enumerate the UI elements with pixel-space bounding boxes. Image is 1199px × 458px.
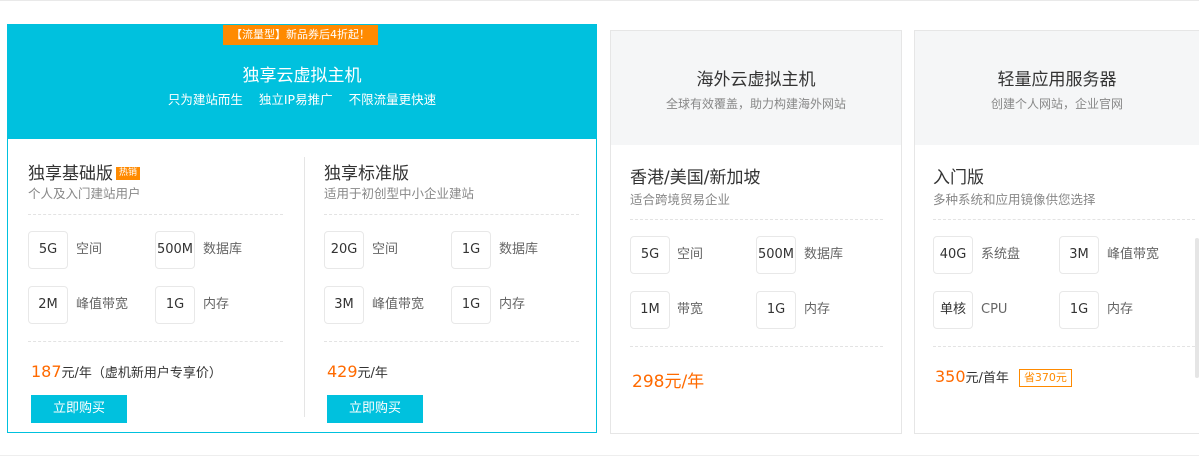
plan-description: 适合跨境贸易企业 <box>630 192 731 207</box>
spec-label: 数据库 <box>804 247 844 262</box>
card-lightweight-app-server[interactable]: 轻量应用服务器 创建个人网站，企业官网 入门版 多种系统和应用镜像供您选择 40… <box>914 30 1199 434</box>
buy-now-button[interactable]: 立即购买 <box>31 395 127 423</box>
price-unit: 元/年 <box>357 366 388 381</box>
price-unit: 元/首年 <box>965 371 1009 386</box>
spec-value: 1G <box>1059 291 1099 329</box>
card-title: 海外云虚拟主机 <box>696 70 816 90</box>
spec-value: 2M <box>28 286 68 324</box>
card-tagline: 只为建站而生 独立IP易推广 不限流量更快速 <box>8 89 596 108</box>
price-amount: 187 <box>31 362 62 381</box>
price-amount: 429 <box>327 362 358 381</box>
spec-value: 500M <box>756 236 796 274</box>
bottom-divider <box>0 455 1199 456</box>
spec-label: 空间 <box>677 247 704 262</box>
spec-value: 3M <box>324 286 364 324</box>
spec-label: 系统盘 <box>981 247 1021 262</box>
price: 298元/年 <box>632 372 705 392</box>
divider <box>933 346 1195 347</box>
plan-description: 多种系统和应用镜像供您选择 <box>933 192 1096 207</box>
plan-name: 独享标准版 <box>324 164 409 184</box>
price: 187元/年（虚机新用户专享价） <box>31 362 222 381</box>
tag: 不限流量更快速 <box>348 92 437 107</box>
price: 429元/年 <box>327 362 388 381</box>
spec-label: 峰值带宽 <box>1107 247 1160 262</box>
card-exclusive-virtual-host: 【流量型】新品券后4折起！ 独享云虚拟主机 只为建站而生 独立IP易推广 不限流量更… <box>7 24 597 433</box>
spec-label: 带宽 <box>677 302 704 317</box>
spec-value: 20G <box>324 231 364 269</box>
card-subtitle: 全球有效覆盖，助力构建海外网站 <box>665 97 846 111</box>
card-overseas-virtual-host[interactable]: 海外云虚拟主机 全球有效覆盖，助力构建海外网站 香港/美国/新加坡 适合跨境贸易… <box>610 30 902 434</box>
spec-label: 峰值带宽 <box>76 297 129 312</box>
spec-value: 1G <box>451 286 491 324</box>
divider <box>324 341 579 342</box>
tag: 只为建站而生 <box>167 92 243 107</box>
tag: 独立IP易推广 <box>258 92 333 107</box>
spec-label: CPU <box>981 302 1008 317</box>
plan-description: 个人及入门建站用户 <box>28 186 141 201</box>
price-amount: 350 <box>935 367 966 386</box>
discount-badge: 省370元 <box>1018 369 1072 387</box>
spec-value: 5G <box>630 236 670 274</box>
divider <box>324 214 579 215</box>
card-subtitle: 创建个人网站，企业官网 <box>990 97 1123 111</box>
card-title: 独享云虚拟主机 <box>242 66 362 86</box>
spec-value: 5G <box>28 231 68 269</box>
spec-label: 数据库 <box>499 242 539 257</box>
spec-value: 40G <box>933 236 973 274</box>
plan-name: 独享基础版 热销 <box>28 159 141 184</box>
divider <box>28 214 283 215</box>
hot-badge: 热销 <box>116 167 141 180</box>
spec-value: 1G <box>756 291 796 329</box>
plan-name: 入门版 <box>933 168 984 188</box>
plan-divider <box>304 157 305 417</box>
spec-value: 1G <box>155 286 195 324</box>
spec-value: 1G <box>451 231 491 269</box>
promo-badge[interactable]: 【流量型】新品券后4折起！ <box>223 25 378 45</box>
price-unit: 元/年（虚机新用户专享价） <box>61 366 222 381</box>
spec-label: 内存 <box>804 302 831 317</box>
spec-value: 3M <box>1059 236 1099 274</box>
spec-label: 数据库 <box>203 242 243 257</box>
scrollbar-thumb[interactable] <box>1195 238 1199 378</box>
divider <box>28 341 283 342</box>
spec-label: 内存 <box>203 297 230 312</box>
card-title: 轻量应用服务器 <box>997 70 1117 90</box>
divider <box>933 219 1195 220</box>
spec-label: 内存 <box>499 297 526 312</box>
spec-label: 峰值带宽 <box>372 297 425 312</box>
price: 350元/首年 省370元 <box>935 367 1072 387</box>
spec-value: 500M <box>155 231 195 269</box>
spec-value: 单核 <box>933 291 973 329</box>
divider <box>630 346 883 347</box>
divider <box>630 219 883 220</box>
top-divider <box>0 0 1199 1</box>
spec-label: 空间 <box>76 242 103 257</box>
spec-label: 空间 <box>372 242 399 257</box>
plan-name: 香港/美国/新加坡 <box>630 168 761 188</box>
plan-description: 适用于初创型中小企业建站 <box>324 186 475 201</box>
buy-now-button[interactable]: 立即购买 <box>327 395 423 423</box>
spec-value: 1M <box>630 291 670 329</box>
plan-name-text: 独享基础版 <box>28 164 113 184</box>
spec-label: 内存 <box>1107 302 1134 317</box>
